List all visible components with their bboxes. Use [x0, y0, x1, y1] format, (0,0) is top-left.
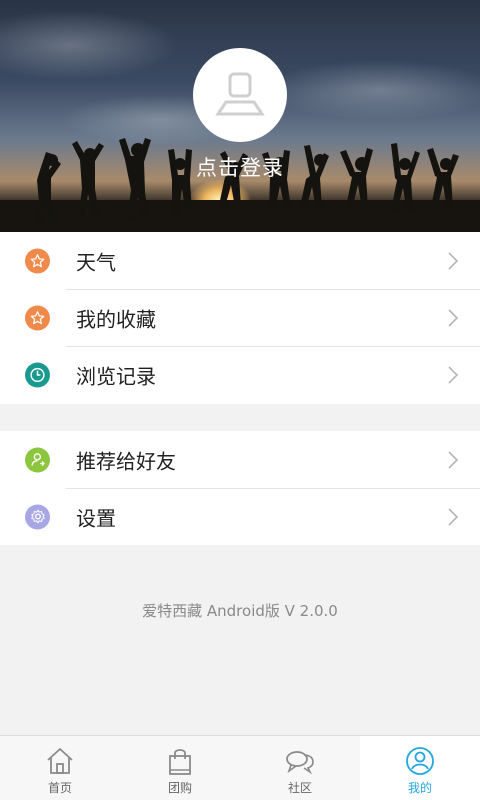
avatar[interactable] [193, 48, 287, 142]
menu-item-recommend[interactable]: 推荐给好友 [0, 431, 480, 488]
menu-group-secondary: 推荐给好友 设置 [0, 431, 480, 545]
tab-community[interactable]: 社区 [240, 736, 360, 800]
home-icon [47, 748, 73, 774]
chevron-right-icon [448, 309, 459, 327]
shopping-bag-icon [169, 749, 191, 775]
menu-item-label: 设置 [76, 506, 116, 530]
menu-item-history[interactable]: 浏览记录 [0, 347, 480, 404]
tab-label: 首页 [47, 781, 72, 795]
user-icon [406, 747, 434, 775]
menu-item-favorites[interactable]: 我的收藏 [0, 289, 480, 346]
menu-item-label: 推荐给好友 [76, 449, 176, 473]
share-user-icon [25, 447, 50, 472]
menu-item-weather[interactable]: 天气 [0, 232, 480, 289]
tab-label: 社区 [287, 781, 312, 795]
tab-home[interactable]: 首页 [0, 736, 120, 800]
cloud-decoration [260, 60, 480, 120]
chevron-right-icon [448, 252, 459, 270]
menu-item-label: 天气 [76, 250, 116, 275]
profile-header: 点击登录 [0, 0, 480, 232]
tab-label: 我的 [407, 781, 432, 795]
tab-group-buy[interactable]: 团购 [120, 736, 240, 800]
menu-item-label: 我的收藏 [76, 307, 156, 332]
star-icon [25, 248, 50, 274]
chat-bubbles-icon [286, 751, 314, 775]
tab-mine[interactable]: 我的 [360, 736, 480, 800]
bottom-tab-bar: 首页 团购 社区 我的 [0, 735, 480, 800]
cloud-decoration [0, 10, 180, 80]
menu-item-label: 浏览记录 [76, 364, 156, 389]
chevron-right-icon [448, 450, 459, 469]
tab-label: 团购 [167, 781, 192, 795]
menu-item-settings[interactable]: 设置 [0, 488, 480, 545]
chevron-right-icon [448, 507, 459, 526]
chevron-right-icon [448, 366, 459, 384]
menu-group-primary: 天气 我的收藏 浏览记录 [0, 232, 480, 404]
gear-icon [25, 504, 50, 529]
star-icon [25, 305, 50, 331]
login-link[interactable]: 点击登录 [0, 152, 480, 182]
user-placeholder-icon [215, 72, 265, 116]
version-text: 爱特西藏 Android版 V 2.0.0 [142, 602, 338, 620]
clock-icon [25, 362, 50, 388]
